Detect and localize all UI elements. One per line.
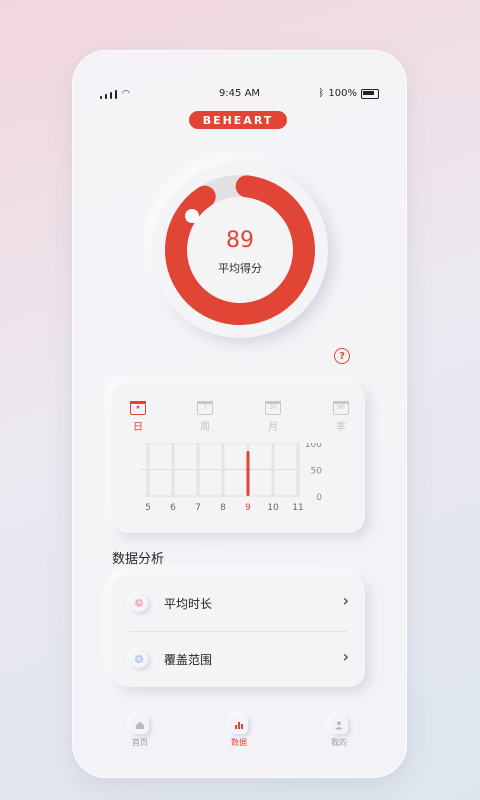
tab-label: 月 (268, 422, 278, 433)
calendar-month-icon: 30 (265, 401, 281, 415)
battery-icon (361, 88, 379, 99)
chevron-right-icon: › (342, 647, 349, 666)
average-score-label: 平均得分 (218, 262, 262, 275)
status-time: 9:45 AM (218, 88, 261, 99)
y-tick-label: 50 (311, 467, 323, 477)
nav-label: 首页 (132, 738, 148, 747)
chevron-right-icon: › (342, 591, 349, 610)
x-tick-label: 6 (170, 503, 176, 513)
row-label: 平均时长 (164, 597, 213, 611)
bar-track (296, 443, 300, 496)
bar-track (271, 443, 275, 496)
wifi-icon: ◠ (122, 89, 130, 99)
row-label: 覆盖范围 (164, 653, 213, 667)
signal-icon: ◠ (100, 89, 130, 99)
section-title: 数据分析 (112, 552, 165, 567)
home-icon (131, 716, 149, 734)
bluetooth-icon: ᛒ (318, 88, 325, 99)
score-gauge: 89 平均得分 (152, 162, 328, 338)
average-duration-row[interactable]: 平均时长 › (112, 575, 365, 631)
tab-day[interactable]: ★ 日 (118, 401, 158, 433)
tab-label: 周 (200, 422, 210, 433)
brand-logo: BEHEART (189, 111, 287, 129)
nav-label: 数据 (231, 738, 247, 747)
y-tick-label: 0 (316, 493, 322, 503)
daily-chart: 100 50 0 5 6 7 8 9 10 11 (140, 443, 323, 513)
calendar-season-icon: 90 (333, 401, 349, 415)
phone-frame: ◠ 9:45 AM ᛒ 100% BEHEART 89 平均得分 ? ★ 日 7… (72, 50, 407, 778)
average-score: 89 (226, 228, 254, 253)
x-tick-label: 11 (292, 503, 303, 513)
x-tick-label: 7 (195, 503, 201, 513)
tab-label: 季 (336, 422, 346, 433)
nav-label: 我的 (331, 738, 347, 747)
battery-percent: 100% (328, 88, 357, 99)
coverage-icon (130, 650, 148, 668)
bar (246, 451, 250, 496)
gauge-knob (185, 209, 199, 223)
tab-label: 日 (133, 422, 143, 433)
bar-track (196, 443, 200, 496)
x-tick-label: 8 (220, 503, 226, 513)
bar-track (171, 443, 175, 496)
calendar-week-icon: 7 (197, 401, 213, 415)
bottom-nav: 首页 数据 我的 (72, 710, 407, 760)
clock-icon (130, 594, 148, 612)
nav-mine[interactable]: 我的 (309, 716, 369, 748)
chart-icon (230, 716, 248, 734)
y-tick-label: 100 (305, 443, 322, 450)
nav-data[interactable]: 数据 (209, 716, 269, 748)
nav-home[interactable]: 首页 (110, 716, 170, 748)
trend-card: ★ 日 7 周 30 月 90 季 100 50 0 5 6 7 8 9 10 11 (112, 383, 365, 533)
tab-month[interactable]: 30 月 (253, 401, 293, 433)
tab-season[interactable]: 90 季 (321, 401, 361, 433)
user-icon (330, 716, 348, 734)
x-tick-label: 9 (245, 503, 251, 513)
status-bar: ◠ 9:45 AM ᛒ 100% (100, 88, 379, 102)
help-button[interactable]: ? (334, 348, 350, 364)
x-tick-label: 5 (145, 503, 151, 513)
calendar-day-icon: ★ (130, 401, 146, 415)
analysis-card: 平均时长 › 覆盖范围 › (112, 575, 365, 687)
bar-track (221, 443, 225, 496)
coverage-row[interactable]: 覆盖范围 › (112, 631, 365, 687)
tab-week[interactable]: 7 周 (185, 401, 225, 433)
bar-track (146, 443, 150, 496)
x-tick-label: 10 (267, 503, 279, 513)
